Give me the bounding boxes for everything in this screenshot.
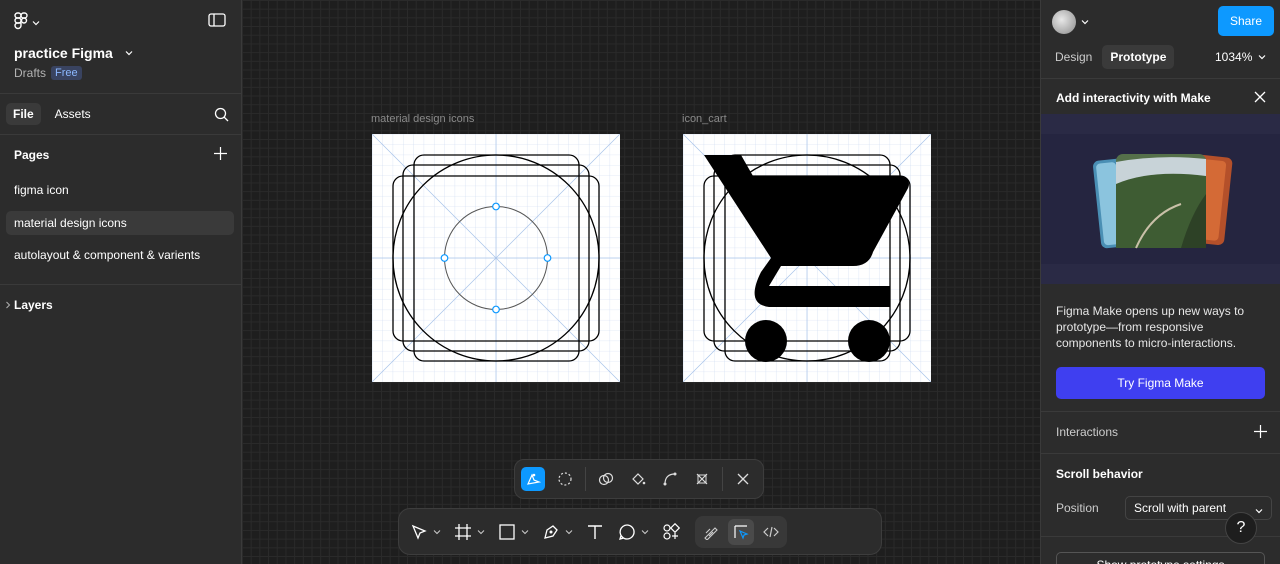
mode-switcher — [695, 515, 787, 548]
chevron-down-icon — [32, 16, 40, 30]
tab-file[interactable]: File — [6, 103, 41, 125]
file-location: Drafts — [14, 66, 47, 80]
bend-icon[interactable] — [658, 467, 682, 491]
design-mode-icon[interactable] — [728, 518, 754, 545]
zoom-level: 1034% — [1215, 50, 1253, 64]
interaction-icon[interactable] — [521, 467, 545, 491]
left-sidebar: practice Figma Drafts Free File Assets P… — [0, 0, 242, 564]
figma-logo-icon — [14, 12, 28, 33]
paint-bucket-icon[interactable] — [626, 467, 650, 491]
scroll-behavior-heading: Scroll behavior — [1056, 467, 1143, 481]
chevron-down-icon — [125, 46, 133, 60]
frame-label[interactable]: material design icons — [371, 113, 474, 125]
help-button[interactable]: ? — [1225, 512, 1257, 544]
path-edit-toolbar — [514, 459, 764, 499]
shape-builder-icon[interactable] — [690, 467, 714, 491]
text-icon[interactable] — [583, 520, 607, 544]
account-menu[interactable] — [1052, 10, 1089, 34]
draw-mode-icon[interactable] — [698, 519, 724, 545]
page-item-figma-icon[interactable]: figma icon — [6, 178, 234, 202]
main-menu-button[interactable] — [14, 12, 40, 33]
pen-icon[interactable] — [539, 520, 563, 544]
chevron-down-icon — [1258, 50, 1266, 64]
frame-icon[interactable] — [451, 520, 475, 544]
zoom-control[interactable]: 1034% — [1215, 50, 1266, 64]
sidebar-toggle-icon[interactable] — [208, 13, 226, 27]
tab-design[interactable]: Design — [1055, 50, 1092, 64]
close-icon[interactable] — [1254, 91, 1266, 103]
comment-icon[interactable] — [615, 520, 639, 544]
right-panel: Share Design Prototype 1034% Add interac… — [1040, 0, 1280, 564]
actions-icon[interactable] — [659, 520, 683, 544]
plan-badge[interactable]: Free — [51, 66, 82, 80]
show-prototype-settings-button[interactable]: Show prototype settings — [1056, 552, 1265, 564]
frame-icon-cart[interactable] — [683, 134, 931, 382]
file-name-button[interactable]: practice Figma — [14, 45, 133, 61]
tab-prototype[interactable]: Prototype — [1102, 45, 1175, 69]
page-item-autolayout[interactable]: autolayout & component & varients — [6, 243, 234, 267]
layers-heading: Layers — [14, 298, 53, 312]
chevron-down-icon[interactable] — [431, 520, 443, 544]
chevron-down-icon[interactable] — [563, 520, 575, 544]
move-icon[interactable] — [407, 520, 431, 544]
search-icon[interactable] — [214, 107, 229, 122]
lasso-icon[interactable] — [553, 467, 577, 491]
try-figma-make-button[interactable]: Try Figma Make — [1056, 367, 1265, 399]
main-toolbar — [398, 508, 882, 555]
position-value: Scroll with parent — [1134, 501, 1227, 515]
chevron-down-icon[interactable] — [475, 520, 487, 544]
chevron-right-icon — [4, 298, 12, 312]
chevron-down-icon[interactable] — [639, 520, 651, 544]
position-label: Position — [1056, 501, 1099, 515]
chevron-down-icon — [1255, 504, 1263, 518]
share-button[interactable]: Share — [1218, 6, 1274, 36]
boolean-icon[interactable] — [594, 467, 618, 491]
promo-body: Figma Make opens up new ways to prototyp… — [1056, 304, 1245, 350]
tab-assets[interactable]: Assets — [55, 107, 91, 121]
dev-mode-icon[interactable] — [758, 519, 784, 545]
pages-heading: Pages — [14, 148, 50, 162]
promo-illustration — [1041, 114, 1280, 284]
interactions-heading: Interactions — [1056, 425, 1119, 439]
page-label: autolayout & component & varients — [14, 248, 201, 262]
page-label: material design icons — [14, 216, 127, 230]
promo-title: Add interactivity with Make — [1056, 91, 1211, 105]
file-name: practice Figma — [14, 45, 113, 61]
page-item-material-design-icons[interactable]: material design icons — [6, 211, 234, 235]
rectangle-icon[interactable] — [495, 520, 519, 544]
chevron-down-icon — [1081, 15, 1089, 29]
plus-icon[interactable] — [214, 147, 227, 160]
avatar — [1052, 10, 1076, 34]
frame-material-design-icons[interactable] — [372, 134, 620, 382]
frame-label[interactable]: icon_cart — [682, 113, 727, 125]
plus-icon[interactable] — [1254, 425, 1267, 438]
close-icon[interactable] — [731, 467, 755, 491]
icon-keyline-grid — [372, 134, 620, 382]
layers-section[interactable]: Layers — [4, 298, 53, 312]
chevron-down-icon[interactable] — [519, 520, 531, 544]
cart-icon — [683, 134, 931, 382]
canvas[interactable]: material design icons icon_cart — [242, 0, 1040, 564]
page-label: figma icon — [14, 183, 69, 197]
